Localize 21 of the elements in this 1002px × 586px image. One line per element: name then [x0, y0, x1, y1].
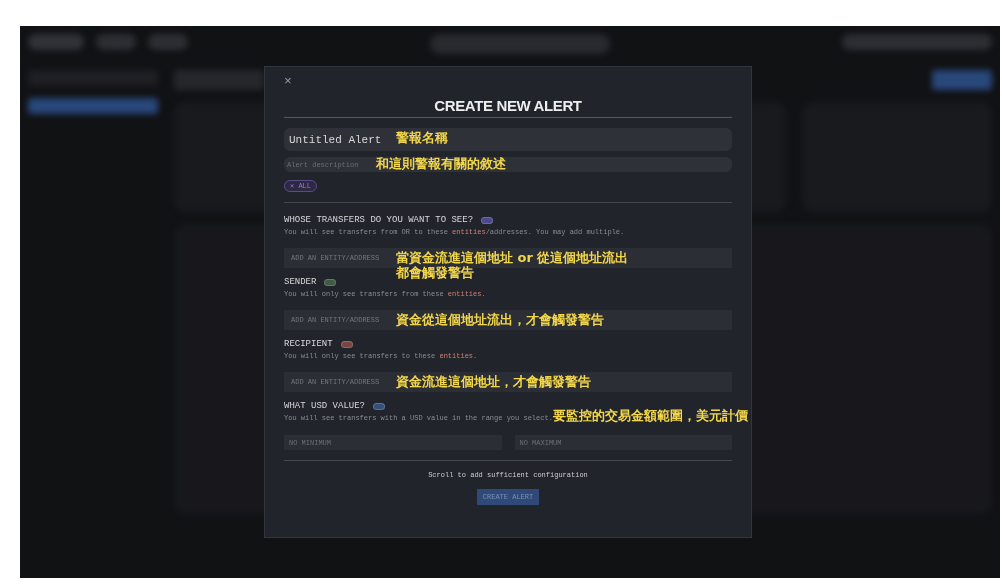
- toggle-switch[interactable]: [324, 279, 337, 286]
- section-heading: RECIPIENT: [284, 339, 333, 350]
- annotation-text: 當資金流進這個地址 or 從這個地址流出: [396, 250, 629, 265]
- annotation-text: 和這則警報有關的敘述: [376, 156, 506, 171]
- close-button[interactable]: ×: [284, 75, 292, 88]
- toggle-switch[interactable]: [373, 403, 385, 410]
- annotation-text: 資金流進這個地址，才會觸發警告: [396, 374, 591, 389]
- annotation-text: 資金從這個地址流出，才會觸發警告: [396, 312, 604, 327]
- blurred-shape: [148, 34, 188, 50]
- section-heading: WHOSE TRANSFERS DO YOU WANT TO SEE?: [284, 215, 474, 226]
- blurred-shape: [28, 34, 84, 50]
- annotation-text: 要監控的交易金額範圍，美元計價: [553, 408, 748, 423]
- toggle-switch[interactable]: [340, 341, 353, 348]
- blurred-shape: [96, 34, 136, 50]
- toggle-switch[interactable]: [481, 217, 494, 224]
- blurred-shape: [932, 70, 992, 90]
- section-heading: SENDER: [284, 277, 317, 288]
- section-heading: WHAT USD VALUE?: [284, 401, 365, 412]
- annotation-text: 都會觸發警告: [396, 265, 475, 280]
- dialog-title: CREATE NEW ALERT: [434, 100, 582, 111]
- annotation-text: 警報名稱: [396, 130, 448, 145]
